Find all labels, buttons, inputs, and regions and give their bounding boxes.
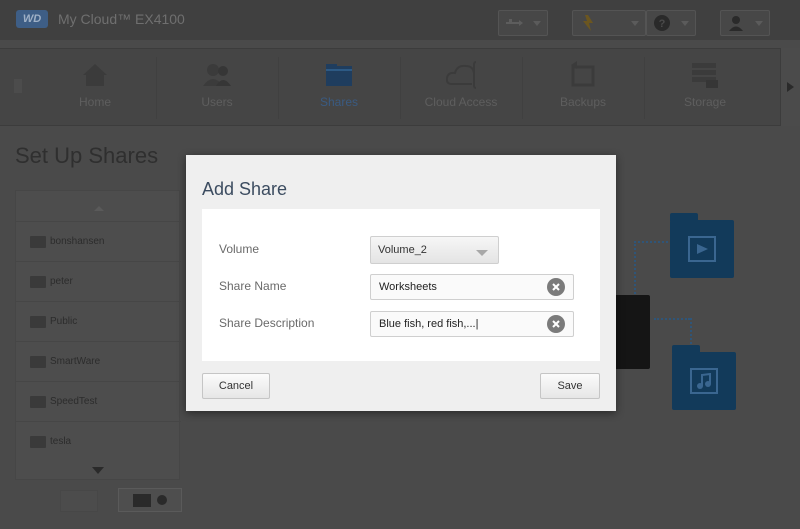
alert-icon bbox=[579, 15, 597, 31]
top-header: WD My Cloud™ EX4100 ? bbox=[0, 0, 800, 40]
folder-icon bbox=[30, 355, 46, 368]
nav-label: Backups bbox=[559, 95, 607, 109]
storage-icon bbox=[690, 61, 720, 89]
clear-icon[interactable] bbox=[547, 315, 565, 333]
volume-select[interactable]: Volume_2 bbox=[370, 236, 499, 264]
list-item[interactable]: SmartWare bbox=[16, 341, 181, 381]
share-name-field-wrap bbox=[370, 274, 574, 300]
chevron-down-icon bbox=[681, 20, 689, 26]
list-item[interactable]: Public bbox=[16, 301, 181, 341]
chevron-down-icon bbox=[533, 20, 541, 26]
nav-label: Shares bbox=[319, 95, 359, 109]
nav-item-cloud-access[interactable]: Cloud Access bbox=[411, 57, 511, 119]
plus-icon bbox=[157, 495, 167, 505]
share-name: tesla bbox=[50, 436, 72, 447]
share-list: bonshansen peter Public SmartWare SpeedT… bbox=[15, 190, 181, 480]
folder-icon bbox=[30, 435, 46, 448]
shares-icon bbox=[324, 61, 354, 89]
nav-label: Cloud Access bbox=[424, 95, 498, 109]
add-share-button[interactable] bbox=[118, 488, 182, 512]
dialog-title: Add Share bbox=[202, 179, 288, 199]
product-name: My Cloud™ EX4100 bbox=[58, 11, 185, 27]
folder-icon bbox=[30, 275, 46, 288]
scroll-up-icon[interactable] bbox=[94, 206, 104, 211]
backups-icon bbox=[568, 61, 598, 89]
save-button[interactable]: Save bbox=[540, 373, 600, 399]
delete-share-button[interactable] bbox=[60, 490, 98, 512]
alerts-button[interactable] bbox=[572, 10, 646, 36]
chevron-down-icon bbox=[631, 20, 639, 26]
share-description-input[interactable] bbox=[371, 312, 541, 336]
usb-button[interactable] bbox=[498, 10, 548, 36]
help-icon: ? bbox=[653, 15, 671, 31]
share-description-label: Share Description bbox=[219, 316, 315, 330]
nav-scroll-right[interactable] bbox=[780, 48, 800, 126]
nas-device-image bbox=[614, 295, 650, 369]
cancel-button[interactable]: Cancel bbox=[202, 373, 270, 399]
wd-logo: WD bbox=[16, 10, 48, 28]
share-name-input[interactable] bbox=[371, 275, 541, 299]
clear-icon[interactable] bbox=[547, 278, 565, 296]
user-button[interactable] bbox=[720, 10, 770, 36]
share-name: Public bbox=[50, 316, 78, 327]
cloud-access-icon bbox=[446, 61, 476, 89]
main-nav: Home Users Shares Cloud Access Backups S… bbox=[0, 48, 800, 126]
volume-value: Volume_2 bbox=[378, 244, 427, 256]
svg-text:?: ? bbox=[659, 18, 666, 30]
share-description-field-wrap bbox=[370, 311, 574, 337]
nav-item-users[interactable]: Users bbox=[167, 57, 267, 119]
nav-label: Storage bbox=[683, 95, 727, 109]
nav-item-backups[interactable]: Backups bbox=[533, 57, 633, 119]
folder-icon bbox=[30, 235, 46, 248]
list-item[interactable]: SpeedTest bbox=[16, 381, 181, 421]
chevron-down-icon bbox=[755, 20, 763, 26]
nav-item-storage[interactable]: Storage bbox=[655, 57, 755, 119]
home-icon bbox=[80, 61, 110, 89]
user-icon bbox=[727, 15, 745, 31]
share-name: SmartWare bbox=[50, 356, 101, 367]
add-share-dialog: Add Share Volume Volume_2 Share Name Sha… bbox=[186, 155, 616, 411]
page-title: Set Up Shares bbox=[15, 143, 159, 168]
share-name: peter bbox=[50, 276, 73, 287]
folder-icon bbox=[30, 315, 46, 328]
chevron-right-icon bbox=[787, 82, 794, 92]
share-name-label: Share Name bbox=[219, 279, 287, 293]
folder-icon bbox=[30, 395, 46, 408]
nav-label: Users bbox=[201, 95, 233, 109]
share-name: SpeedTest bbox=[50, 396, 98, 407]
list-item[interactable]: bonshansen bbox=[16, 221, 181, 261]
help-button[interactable]: ? bbox=[646, 10, 696, 36]
scroll-down-icon[interactable] bbox=[92, 467, 104, 474]
nav-scroll-left[interactable] bbox=[14, 79, 22, 93]
list-item[interactable]: tesla bbox=[16, 421, 181, 461]
usb-icon bbox=[505, 15, 523, 31]
share-name: bonshansen bbox=[50, 236, 105, 247]
list-item[interactable]: peter bbox=[16, 261, 181, 301]
folder-icon bbox=[133, 493, 151, 507]
dialog-form: Volume Volume_2 Share Name Share Descrip… bbox=[202, 209, 600, 361]
music-folder-icon bbox=[672, 345, 736, 410]
chevron-down-icon bbox=[476, 250, 488, 256]
volume-label: Volume bbox=[219, 242, 260, 256]
video-folder-icon bbox=[670, 213, 734, 278]
nav-item-home[interactable]: Home bbox=[45, 57, 145, 119]
nav-label: Home bbox=[78, 95, 111, 109]
users-icon bbox=[202, 61, 232, 89]
nav-item-shares[interactable]: Shares bbox=[289, 57, 389, 119]
